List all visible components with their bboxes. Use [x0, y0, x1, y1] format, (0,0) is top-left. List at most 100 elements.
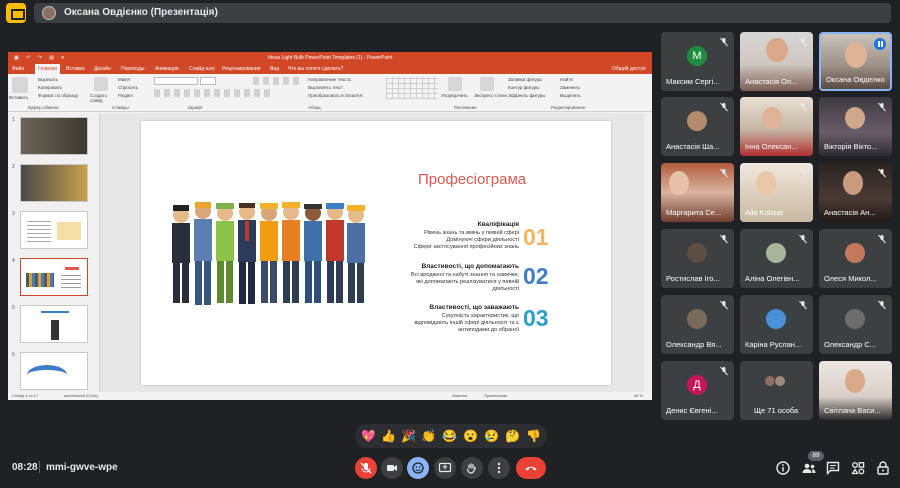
participant-tile[interactable]: Олександр С... — [819, 295, 892, 354]
mic-off-icon — [878, 234, 886, 244]
reaction-surprised[interactable]: 😮 — [463, 429, 478, 443]
paragraph-buttons[interactable] — [253, 77, 303, 85]
tab-slideshow[interactable]: Слайд-шоу — [189, 64, 215, 74]
find-button[interactable]: Найти — [560, 77, 573, 82]
participant-tile[interactable]: Інна Олексан... — [740, 97, 813, 156]
tab-insert[interactable]: Вставка — [66, 64, 85, 74]
font-size-box[interactable] — [200, 77, 216, 85]
participant-avatar — [687, 243, 707, 263]
slide-scrollbar[interactable] — [644, 113, 652, 392]
text-direction-button[interactable]: Направление текста — [308, 77, 351, 82]
participant-tile-presenter[interactable]: Оксана Овдієнко — [819, 32, 892, 91]
replace-button[interactable]: Заменить — [560, 85, 580, 90]
reset-button[interactable]: Сбросить — [118, 85, 138, 90]
copy-button[interactable]: Копировать — [38, 85, 62, 90]
participant-tile[interactable]: Ростислав Іго... — [661, 229, 734, 288]
participant-tile[interactable]: M Максим Сергі... — [661, 32, 734, 91]
slide-thumbnail-4[interactable] — [20, 258, 88, 296]
zoom-level[interactable]: 66 % — [634, 392, 643, 400]
item-3-heading: Властивості, що заважають — [429, 304, 519, 311]
more-participants-tile[interactable]: Ще 71 особа — [740, 361, 813, 420]
reaction-thumbs-down[interactable]: 👎 — [526, 429, 541, 443]
shapes-gallery[interactable] — [386, 77, 438, 99]
convert-smartart-button[interactable]: Преобразовать в SmartArt — [308, 93, 363, 98]
new-slide-icon[interactable] — [94, 77, 108, 91]
present-now-button[interactable] — [434, 457, 456, 479]
shape-fill-button[interactable]: Заливка фигуры — [508, 77, 542, 82]
slide-thumbnail-5[interactable] — [20, 305, 88, 343]
tab-file[interactable]: Файл — [12, 64, 24, 74]
participant-name: Анастасія Ша... — [666, 142, 720, 151]
people-icon[interactable] — [801, 460, 817, 476]
participant-tile[interactable]: Олеся Микол... — [819, 229, 892, 288]
item-1-heading: Кваліфікація — [477, 221, 519, 228]
thumb-number: 4 — [12, 258, 15, 264]
participant-tile[interactable]: Світлана Васи... — [819, 361, 892, 420]
present-icon[interactable] — [6, 3, 26, 23]
reaction-thumbs-up[interactable]: 👍 — [381, 429, 396, 443]
mic-toggle-button[interactable] — [355, 457, 377, 479]
participant-tile[interactable]: Вікторія Вікто... — [819, 97, 892, 156]
font-format-buttons[interactable] — [154, 89, 274, 97]
tab-view[interactable]: Вид — [270, 64, 279, 74]
tab-transitions[interactable]: Переходы — [121, 64, 144, 74]
activities-icon[interactable] — [850, 460, 866, 476]
reactions-bar: 💖 👍 🎉 👏 😂 😮 😢 🤔 👎 — [355, 424, 547, 448]
raise-hand-button[interactable] — [461, 457, 483, 479]
mic-off-icon — [720, 37, 728, 47]
slide-thumbnail-3[interactable] — [20, 211, 88, 249]
presenter-label-pill[interactable]: Оксана Овдієнко (Презентація) — [34, 3, 891, 23]
participant-tile[interactable]: Анастасія Оп... — [740, 32, 813, 91]
arrange-icon[interactable] — [448, 77, 462, 91]
participant-tile[interactable]: Д Денис Євгені... — [661, 361, 734, 420]
tab-animation[interactable]: Анимация — [155, 64, 178, 74]
section-button[interactable]: Раздел — [118, 93, 133, 98]
chat-icon[interactable] — [825, 460, 841, 476]
slide-thumbnail-2[interactable] — [20, 164, 88, 202]
more-options-button[interactable] — [488, 457, 510, 479]
align-text-button[interactable]: Выровнять текст — [308, 85, 343, 90]
participant-tile[interactable]: Маргарита Се... — [661, 163, 734, 222]
participant-tile[interactable]: Анастасія Ан... — [819, 163, 892, 222]
meeting-code[interactable]: mmi-gwve-wpe — [46, 462, 118, 473]
reaction-heart[interactable]: 💖 — [361, 429, 376, 443]
current-slide[interactable]: Професіограма Кваліфікація Рівень знань … — [141, 121, 611, 385]
reaction-sad[interactable]: 😢 — [484, 429, 499, 443]
tab-design[interactable]: Дизайн — [94, 64, 111, 74]
share-button[interactable]: Общий доступ — [612, 64, 646, 74]
tab-home[interactable]: Главная — [35, 64, 61, 74]
slide-thumbnail-1[interactable] — [20, 117, 88, 155]
paste-icon[interactable] — [12, 77, 28, 93]
host-controls-icon[interactable] — [875, 460, 891, 476]
layout-button[interactable]: Макет — [118, 77, 131, 82]
participant-tile[interactable]: Аліна Олегівн... — [740, 229, 813, 288]
leave-call-button[interactable] — [516, 457, 546, 479]
format-painter-button[interactable]: Формат по образцу — [38, 93, 78, 98]
info-icon[interactable] — [775, 460, 791, 476]
participant-tile[interactable]: Анастасія Ша... — [661, 97, 734, 156]
participant-avatar — [766, 243, 786, 263]
reaction-clap[interactable]: 👏 — [421, 429, 436, 443]
reaction-party[interactable]: 🎉 — [401, 429, 416, 443]
participant-tile[interactable]: Каріна Руслан... — [740, 295, 813, 354]
camera-toggle-button[interactable] — [381, 457, 403, 479]
shape-outline-button[interactable]: Контур фигуры — [508, 85, 539, 90]
reaction-thinking[interactable]: 🤔 — [505, 429, 520, 443]
notes-button[interactable]: Заметки — [452, 392, 467, 400]
emoji-reactions-button[interactable] — [407, 457, 429, 479]
font-name-box[interactable] — [154, 77, 198, 85]
participant-tile[interactable]: Олександр Вя... — [661, 295, 734, 354]
slide-thumbnail-6[interactable] — [20, 352, 88, 390]
quick-styles-icon[interactable] — [480, 77, 494, 91]
select-button[interactable]: Выделить — [560, 93, 581, 98]
reaction-laugh[interactable]: 😂 — [442, 429, 457, 443]
tell-me-box[interactable]: Что вы хотите сделать? — [288, 64, 343, 74]
cut-button[interactable]: Вырезать — [38, 77, 58, 82]
mic-off-icon — [878, 168, 886, 178]
participant-avatar — [845, 309, 865, 329]
participant-tile[interactable]: Alla Kobzar — [740, 163, 813, 222]
slide-title: Професіограма — [418, 171, 527, 188]
tab-review[interactable]: Рецензирование — [222, 64, 261, 74]
shape-effects-button[interactable]: Эффекты фигуры — [508, 93, 546, 98]
comments-button[interactable]: Примечания — [484, 392, 507, 400]
